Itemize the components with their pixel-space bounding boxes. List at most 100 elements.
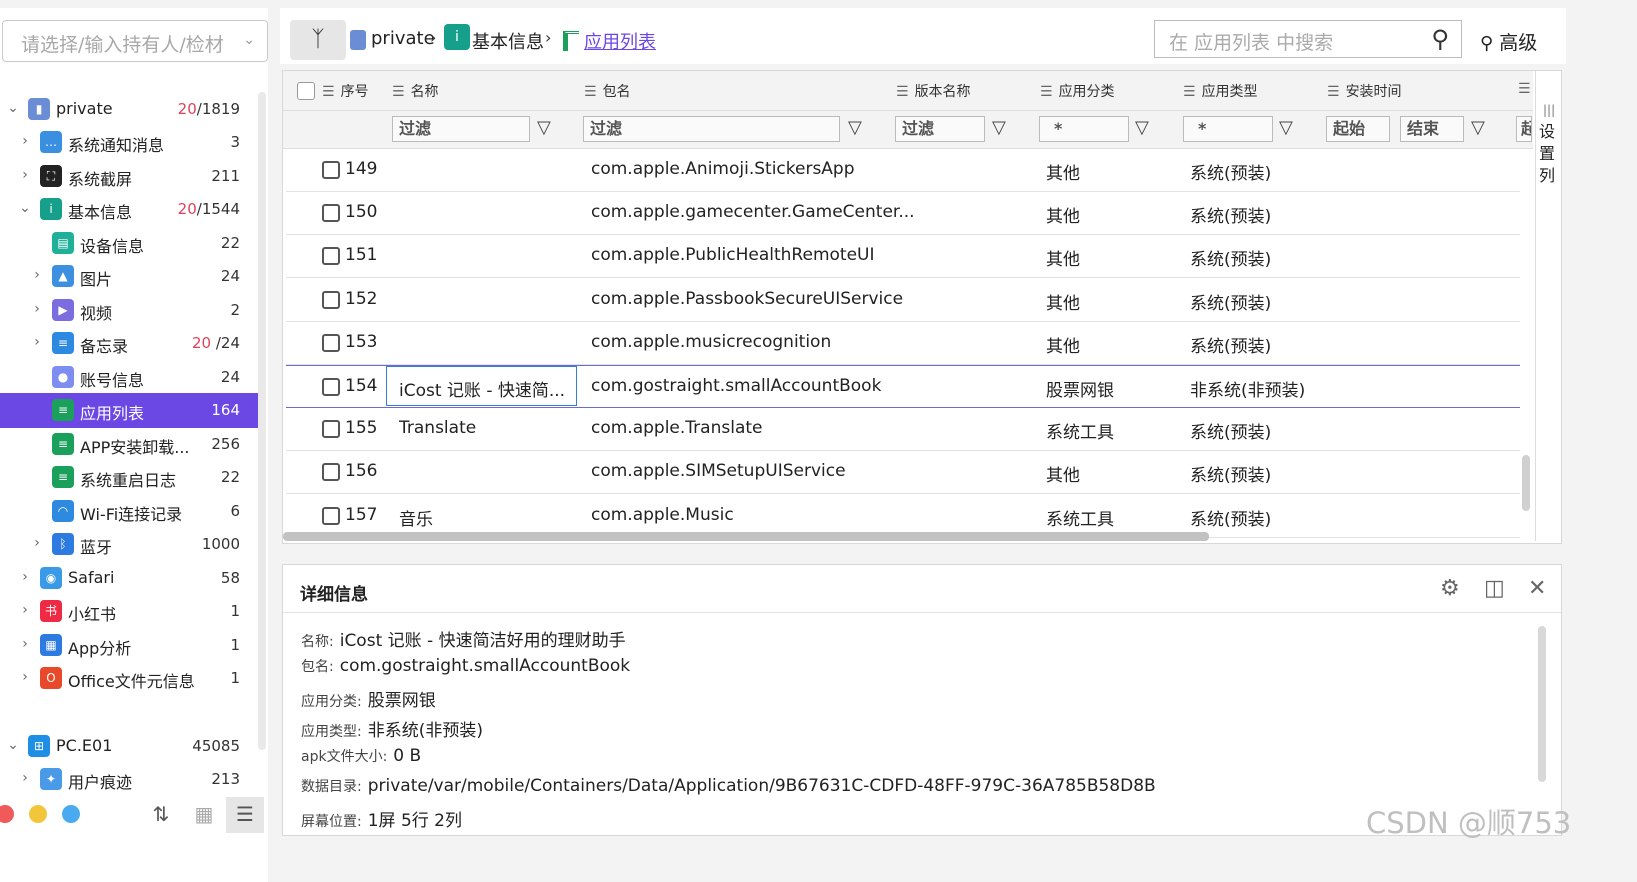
sidebar-item[interactable]: › ▶ 视频 2 <box>0 293 266 328</box>
sidebar-item[interactable]: ● 账号信息 24 <box>0 360 266 395</box>
sidebar-item[interactable]: › ◉ Safari 58 <box>0 561 266 596</box>
filter-package-input[interactable]: 过滤 <box>583 116 840 142</box>
status-dot-yellow[interactable] <box>29 805 47 823</box>
filter-icon[interactable]: ▽ <box>1471 117 1485 138</box>
chevron-right-icon[interactable]: › <box>30 334 44 350</box>
chevron-down-icon[interactable]: ⌄ <box>6 100 20 116</box>
row-checkbox[interactable] <box>322 333 340 352</box>
chevron-down-icon[interactable]: ⌄ <box>18 200 32 216</box>
table-row[interactable]: 149 com.apple.Animoji.StickersApp 其他 系统(预装) <box>286 149 1520 192</box>
search-icon[interactable]: ⚲ <box>1431 25 1449 53</box>
column-header-package[interactable]: ☰ 包名 <box>584 81 631 101</box>
row-checkbox[interactable] <box>322 204 340 223</box>
grid-view-icon[interactable]: ▦ <box>185 797 223 833</box>
sidebar-item[interactable]: ≡ 系统重启日志 22 <box>0 460 266 495</box>
sidebar-item[interactable]: ◠ Wi-Fi连接记录 6 <box>0 494 266 529</box>
sidebar-item[interactable]: › O Office文件元信息 1 <box>0 661 266 696</box>
sidebar-item[interactable]: ▤ 设备信息 22 <box>0 226 266 261</box>
column-header-version[interactable]: ☰ 版本名称 <box>896 81 971 101</box>
sidebar-item[interactable]: › ᛒ 蓝牙 1000 <box>0 527 266 562</box>
chevron-right-icon[interactable]: › <box>30 267 44 283</box>
table-row[interactable]: 151 com.apple.PublicHealthRemoteUI 其他 系统(预装… <box>286 235 1520 279</box>
chevron-down-icon[interactable]: ⌄ <box>6 737 20 753</box>
table-row[interactable]: 155 Translate com.apple.Translate 系统工具 系统(预装… <box>286 408 1520 452</box>
row-type: 系统(预装) <box>1190 293 1272 314</box>
column-header-name[interactable]: ☰ 名称 <box>392 81 439 101</box>
filter-extra-input[interactable]: 起 <box>1516 116 1532 142</box>
filter-name-input[interactable]: 过滤 <box>392 116 530 142</box>
table-row[interactable]: 154 iCost 记账 - 快速简... com.gostraight.small… <box>286 365 1520 408</box>
chevron-right-icon[interactable]: › <box>18 602 32 618</box>
menu-icon: ☰ <box>1183 84 1196 100</box>
chevron-right-icon[interactable]: › <box>18 669 32 685</box>
breadcrumb-item-app-list[interactable]: 应用列表 <box>584 28 656 54</box>
chevron-right-icon[interactable]: › <box>18 770 32 786</box>
sidebar-item[interactable]: ≡ 应用列表 164 <box>0 393 266 428</box>
sidebar-item[interactable]: ≡ APP安装卸载... 256 <box>0 427 266 462</box>
holder-select[interactable]: 请选择/输入持有人/检材 ⌄ <box>2 20 268 62</box>
dock-panel-icon[interactable]: ◫ <box>1484 576 1505 601</box>
sidebar-item[interactable]: › 书小红书 1 <box>0 594 266 629</box>
filter-version-input[interactable]: 过滤 <box>895 116 985 142</box>
status-dot-blue[interactable] <box>62 805 80 823</box>
list-view-icon[interactable]: ☰ <box>226 797 264 833</box>
chevron-right-icon[interactable]: › <box>18 569 32 585</box>
sidebar-item[interactable]: › ▲ 图片 24 <box>0 259 266 294</box>
breadcrumb-item-private[interactable]: private <box>371 28 435 49</box>
chevron-right-icon[interactable]: › <box>30 535 44 551</box>
sidebar-item[interactable]: › ✦ 用户痕迹 213 <box>0 762 266 797</box>
row-checkbox[interactable] <box>322 420 340 439</box>
chevron-right-icon[interactable]: › <box>30 301 44 317</box>
advanced-search-button[interactable]: ⚲ 高级 <box>1480 28 1537 55</box>
sidebar-item[interactable]: ⌄ ⊞ PC.E01 45085 <box>0 729 266 764</box>
close-icon[interactable]: ✕ <box>1528 576 1546 601</box>
sidebar-item[interactable]: › ▦ App分析 1 <box>0 628 266 663</box>
search-input[interactable]: 在 应用列表 中搜索 ⚲ <box>1154 20 1462 58</box>
chevron-right-icon[interactable]: › <box>18 636 32 652</box>
column-header-category[interactable]: ☰ 应用分类 <box>1040 81 1115 101</box>
table-row[interactable]: 150 com.apple.gamecenter.GameCenter... 其他 系… <box>286 192 1520 236</box>
column-header-index[interactable]: ☰ 序号 <box>322 81 369 101</box>
filter-icon[interactable]: ▽ <box>537 117 551 138</box>
breadcrumb-item-basic-info[interactable]: 基本信息 <box>472 28 544 54</box>
grid-horizontal-scrollbar[interactable] <box>283 532 1209 541</box>
detail-scrollbar[interactable] <box>1538 626 1546 782</box>
gear-icon[interactable]: ⚙ <box>1440 576 1460 601</box>
sidebar-scrollbar[interactable] <box>258 92 266 750</box>
sidebar-item[interactable]: ⌄ i 基本信息 20/1544 <box>0 192 266 227</box>
row-checkbox[interactable] <box>322 506 340 525</box>
row-checkbox[interactable] <box>322 161 340 179</box>
filter-end-date[interactable]: 结束 <box>1400 116 1464 142</box>
table-row[interactable]: 156 com.apple.SIMSetupUIService 其他 系统(预装) <box>286 451 1520 495</box>
sidebar-item[interactable]: › ≡ 备忘录 20 /24 <box>0 326 266 361</box>
row-checkbox[interactable] <box>322 290 340 309</box>
row-index: 153 <box>345 331 378 352</box>
filter-icon[interactable]: ▽ <box>1135 117 1149 138</box>
filter-icon[interactable]: ▽ <box>992 117 1006 138</box>
collapse-all-icon[interactable]: ⇅ <box>142 797 180 833</box>
sidebar-item[interactable]: › ⛶ 系统截屏 211 <box>0 159 266 194</box>
table-row[interactable]: 152 com.apple.PassbookSecureUIService 其他 系统… <box>286 279 1520 322</box>
sidebar-item[interactable]: › … 系统通知消息 3 <box>0 125 266 160</box>
row-checkbox[interactable] <box>322 463 340 482</box>
column-header-overflow[interactable]: ☰ <box>1518 81 1537 97</box>
row-checkbox[interactable] <box>322 247 340 266</box>
filter-type-select[interactable]: * <box>1183 116 1273 142</box>
row-checkbox[interactable] <box>322 378 340 396</box>
branch-icon[interactable]: ᛉ <box>290 20 346 60</box>
chevron-right-icon[interactable]: › <box>18 133 32 149</box>
sidebar-item[interactable]: ⌄ ▮ private 20/1819 <box>0 92 266 127</box>
select-all-checkbox[interactable] <box>297 82 315 100</box>
chevron-right-icon[interactable]: › <box>18 167 32 183</box>
sidebar-item-label: 系统重启日志 <box>80 471 177 490</box>
filter-start-date[interactable]: 起始 <box>1326 116 1390 142</box>
filter-category-select[interactable]: * <box>1039 116 1129 142</box>
grid-vertical-scrollbar[interactable] <box>1522 455 1530 511</box>
filter-icon[interactable]: ▽ <box>1279 117 1293 138</box>
column-header-install-time[interactable]: ☰ 安装时间 <box>1327 81 1402 101</box>
table-row[interactable]: 153 com.apple.musicrecognition 其他 系统(预装) <box>286 322 1520 365</box>
column-settings-button[interactable]: ||| 设置列 <box>1535 71 1561 541</box>
filter-icon[interactable]: ▽ <box>848 117 862 138</box>
detail-field-label: 屏幕位置: <box>301 814 362 830</box>
column-header-type[interactable]: ☰ 应用类型 <box>1183 81 1258 101</box>
